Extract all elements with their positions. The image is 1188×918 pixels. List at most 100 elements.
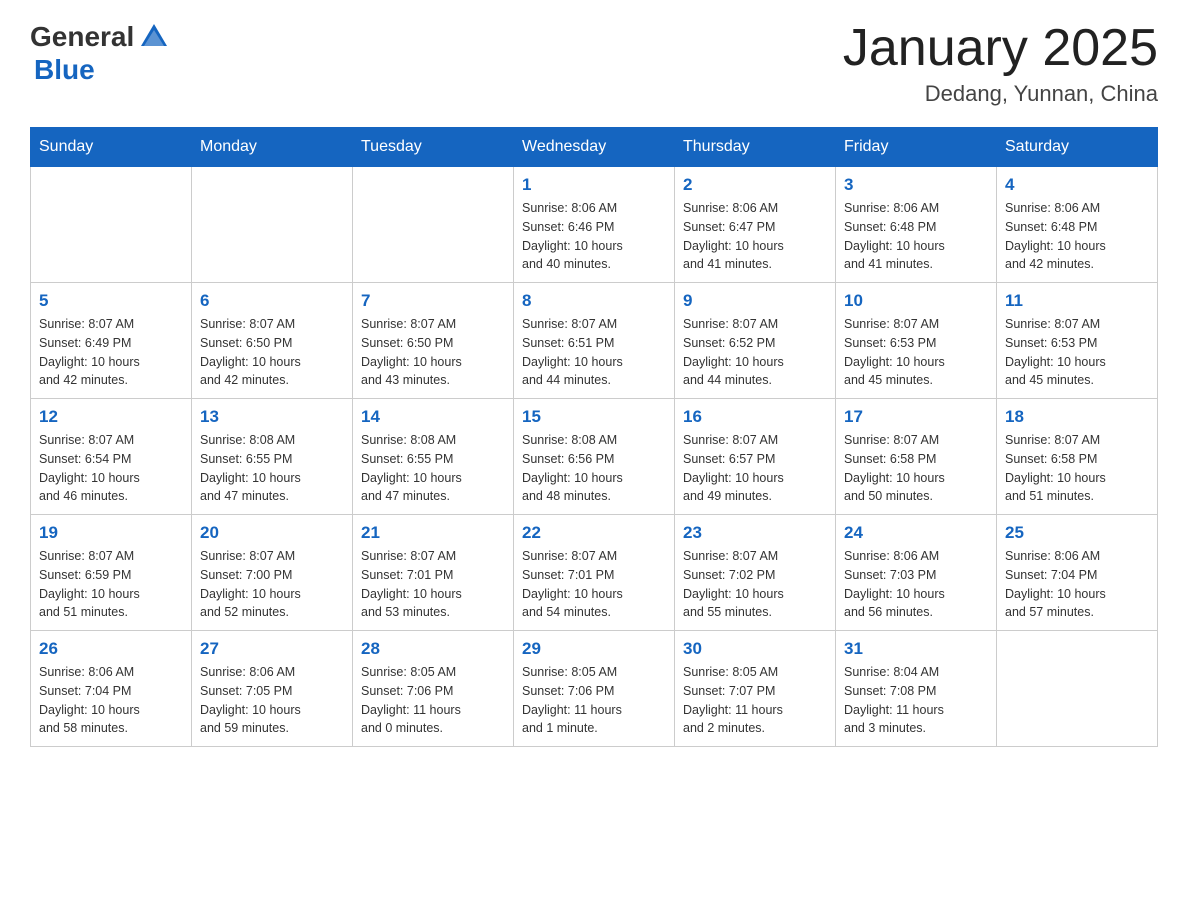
day-info: Sunrise: 8:07 AMSunset: 6:52 PMDaylight:… [683,315,827,390]
calendar-cell [31,167,192,283]
calendar-week-row: 5 Sunrise: 8:07 AMSunset: 6:49 PMDaylight… [31,283,1158,399]
day-info: Sunrise: 8:06 AMSunset: 6:47 PMDaylight:… [683,199,827,274]
day-number: 7 [361,291,505,311]
day-number: 2 [683,175,827,195]
day-info: Sunrise: 8:07 AMSunset: 6:59 PMDaylight:… [39,547,183,622]
title-block: January 2025 Dedang, Yunnan, China [843,20,1158,107]
day-info: Sunrise: 8:07 AMSunset: 7:00 PMDaylight:… [200,547,344,622]
day-number: 12 [39,407,183,427]
calendar-cell: 11 Sunrise: 8:07 AMSunset: 6:53 PMDayligh… [997,283,1158,399]
day-number: 11 [1005,291,1149,311]
day-info: Sunrise: 8:07 AMSunset: 6:50 PMDaylight:… [361,315,505,390]
day-number: 9 [683,291,827,311]
day-info: Sunrise: 8:07 AMSunset: 6:57 PMDaylight:… [683,431,827,506]
calendar-cell: 31 Sunrise: 8:04 AMSunset: 7:08 PMDayligh… [836,631,997,747]
calendar-week-row: 1 Sunrise: 8:06 AMSunset: 6:46 PMDaylight… [31,167,1158,283]
header-tuesday: Tuesday [353,128,514,167]
header-saturday: Saturday [997,128,1158,167]
day-number: 23 [683,523,827,543]
day-info: Sunrise: 8:07 AMSunset: 6:53 PMDaylight:… [1005,315,1149,390]
calendar-cell: 25Sunrise: 8:06 AMSunset: 7:04 PMDayligh… [997,515,1158,631]
day-number: 27 [200,639,344,659]
day-number: 29 [522,639,666,659]
calendar-cell: 5 Sunrise: 8:07 AMSunset: 6:49 PMDaylight… [31,283,192,399]
calendar-cell [192,167,353,283]
day-info: Sunrise: 8:08 AMSunset: 6:55 PMDaylight:… [361,431,505,506]
day-info: Sunrise: 8:04 AMSunset: 7:08 PMDaylight:… [844,663,988,738]
header-friday: Friday [836,128,997,167]
day-number: 31 [844,639,988,659]
day-number: 19 [39,523,183,543]
calendar-cell: 28 Sunrise: 8:05 AMSunset: 7:06 PMDayligh… [353,631,514,747]
day-number: 24 [844,523,988,543]
day-number: 4 [1005,175,1149,195]
calendar-cell: 18Sunrise: 8:07 AMSunset: 6:58 PMDayligh… [997,399,1158,515]
logo: General Blue [30,20,171,86]
calendar-cell: 26 Sunrise: 8:06 AMSunset: 7:04 PMDayligh… [31,631,192,747]
calendar-cell: 15Sunrise: 8:08 AMSunset: 6:56 PMDayligh… [514,399,675,515]
header-wednesday: Wednesday [514,128,675,167]
day-number: 16 [683,407,827,427]
day-number: 28 [361,639,505,659]
calendar-cell: 4 Sunrise: 8:06 AMSunset: 6:48 PMDaylight… [997,167,1158,283]
day-number: 6 [200,291,344,311]
page-header: General Blue January 2025 Dedang, Yunnan… [30,20,1158,107]
calendar-table: Sunday Monday Tuesday Wednesday Thursday… [30,127,1158,747]
calendar-cell: 9 Sunrise: 8:07 AMSunset: 6:52 PMDaylight… [675,283,836,399]
calendar-cell: 2 Sunrise: 8:06 AMSunset: 6:47 PMDaylight… [675,167,836,283]
day-number: 18 [1005,407,1149,427]
calendar-cell: 1 Sunrise: 8:06 AMSunset: 6:46 PMDaylight… [514,167,675,283]
calendar-cell: 14 Sunrise: 8:08 AMSunset: 6:55 PMDayligh… [353,399,514,515]
day-number: 20 [200,523,344,543]
day-info: Sunrise: 8:06 AMSunset: 6:48 PMDaylight:… [1005,199,1149,274]
day-number: 14 [361,407,505,427]
calendar-cell: 8 Sunrise: 8:07 AMSunset: 6:51 PMDaylight… [514,283,675,399]
header-sunday: Sunday [31,128,192,167]
calendar-cell: 20 Sunrise: 8:07 AMSunset: 7:00 PMDayligh… [192,515,353,631]
header-thursday: Thursday [675,128,836,167]
day-number: 15 [522,407,666,427]
day-info: Sunrise: 8:05 AMSunset: 7:06 PMDaylight:… [361,663,505,738]
calendar-week-row: 19 Sunrise: 8:07 AMSunset: 6:59 PMDayligh… [31,515,1158,631]
calendar-cell [353,167,514,283]
day-info: Sunrise: 8:06 AMSunset: 7:04 PMDaylight:… [39,663,183,738]
day-info: Sunrise: 8:05 AMSunset: 7:07 PMDaylight:… [683,663,827,738]
calendar-cell: 13Sunrise: 8:08 AMSunset: 6:55 PMDayligh… [192,399,353,515]
calendar-cell: 16 Sunrise: 8:07 AMSunset: 6:57 PMDayligh… [675,399,836,515]
day-number: 1 [522,175,666,195]
logo-icon [137,20,171,54]
day-number: 22 [522,523,666,543]
calendar-week-row: 26 Sunrise: 8:06 AMSunset: 7:04 PMDayligh… [31,631,1158,747]
logo-general-text: General [30,21,134,53]
day-number: 10 [844,291,988,311]
calendar-cell: 12Sunrise: 8:07 AMSunset: 6:54 PMDayligh… [31,399,192,515]
day-info: Sunrise: 8:07 AMSunset: 6:58 PMDaylight:… [844,431,988,506]
day-info: Sunrise: 8:06 AMSunset: 6:46 PMDaylight:… [522,199,666,274]
day-info: Sunrise: 8:07 AMSunset: 6:51 PMDaylight:… [522,315,666,390]
calendar-cell: 21Sunrise: 8:07 AMSunset: 7:01 PMDayligh… [353,515,514,631]
calendar-header: Sunday Monday Tuesday Wednesday Thursday… [31,128,1158,167]
day-info: Sunrise: 8:06 AMSunset: 6:48 PMDaylight:… [844,199,988,274]
day-info: Sunrise: 8:06 AMSunset: 7:05 PMDaylight:… [200,663,344,738]
calendar-cell: 7 Sunrise: 8:07 AMSunset: 6:50 PMDaylight… [353,283,514,399]
day-number: 25 [1005,523,1149,543]
calendar-cell: 3 Sunrise: 8:06 AMSunset: 6:48 PMDaylight… [836,167,997,283]
month-title: January 2025 [843,20,1158,77]
day-info: Sunrise: 8:07 AMSunset: 7:01 PMDaylight:… [361,547,505,622]
day-info: Sunrise: 8:07 AMSunset: 6:50 PMDaylight:… [200,315,344,390]
day-number: 8 [522,291,666,311]
calendar-week-row: 12Sunrise: 8:07 AMSunset: 6:54 PMDayligh… [31,399,1158,515]
day-number: 26 [39,639,183,659]
day-info: Sunrise: 8:07 AMSunset: 6:49 PMDaylight:… [39,315,183,390]
calendar-cell: 23Sunrise: 8:07 AMSunset: 7:02 PMDayligh… [675,515,836,631]
day-number: 5 [39,291,183,311]
calendar-body: 1 Sunrise: 8:06 AMSunset: 6:46 PMDaylight… [31,167,1158,747]
calendar-cell: 29Sunrise: 8:05 AMSunset: 7:06 PMDayligh… [514,631,675,747]
logo-blue-text: Blue [34,54,95,85]
day-number: 3 [844,175,988,195]
header-monday: Monday [192,128,353,167]
day-number: 13 [200,407,344,427]
day-info: Sunrise: 8:06 AMSunset: 7:03 PMDaylight:… [844,547,988,622]
calendar-cell: 24 Sunrise: 8:06 AMSunset: 7:03 PMDayligh… [836,515,997,631]
day-info: Sunrise: 8:07 AMSunset: 7:01 PMDaylight:… [522,547,666,622]
